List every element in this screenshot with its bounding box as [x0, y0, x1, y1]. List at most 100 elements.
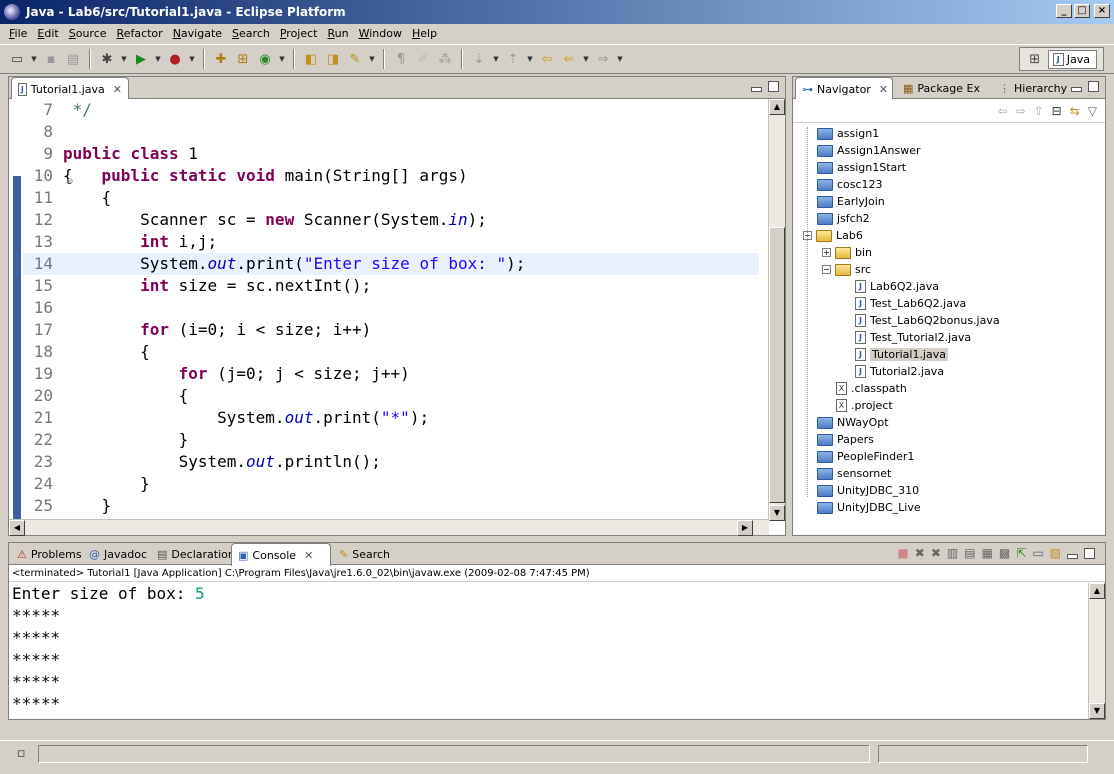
- scroll-thumb[interactable]: [769, 227, 785, 503]
- open-perspective-icon[interactable]: ⊞: [1026, 50, 1044, 68]
- tree-item-tutorial1-java[interactable]: J Tutorial1.java: [855, 346, 948, 363]
- tab-package-explorer[interactable]: ▦ Package Ex: [897, 77, 986, 99]
- external-tools-icon[interactable]: ●: [166, 50, 184, 68]
- external-tools-dropdown-icon[interactable]: ▼: [188, 55, 196, 63]
- remove-launch-icon[interactable]: ✖: [915, 546, 925, 560]
- code-line[interactable]: 20 {: [23, 385, 759, 407]
- prev-annotation-dropdown-icon[interactable]: ▼: [526, 55, 534, 63]
- minimize-button[interactable]: _: [1056, 4, 1072, 18]
- tree-item-bin[interactable]: + bin: [822, 244, 872, 261]
- code-line[interactable]: 17 for (i=0; i < size; i++): [23, 319, 759, 341]
- tab-navigator[interactable]: ⊶ Navigator ✕: [795, 77, 893, 100]
- run-icon[interactable]: ▶: [132, 50, 150, 68]
- menu-search[interactable]: Search: [227, 27, 275, 40]
- maximize-view-icon[interactable]: [768, 81, 779, 92]
- console-output[interactable]: Enter size of box: 5 ***** ***** ***** *…: [9, 583, 1088, 719]
- tree-item-papers[interactable]: Papers: [817, 431, 874, 448]
- tab-console[interactable]: ▣ Console ✕: [231, 543, 331, 566]
- run-dropdown-icon[interactable]: ▼: [154, 55, 162, 63]
- tab-declaration[interactable]: ▤ Declaration: [151, 543, 241, 565]
- show-on-output-icon[interactable]: ▩: [999, 546, 1010, 560]
- scroll-left-icon[interactable]: ◀: [9, 520, 25, 536]
- minimize-navigator-icon[interactable]: [1071, 87, 1082, 92]
- forward-icon[interactable]: ⇒: [594, 50, 612, 68]
- tab-problems[interactable]: ⚠ Problems: [11, 543, 88, 565]
- next-annotation-dropdown-icon[interactable]: ▼: [492, 55, 500, 63]
- open-type-icon[interactable]: ◧: [302, 50, 320, 68]
- menu-help[interactable]: Help: [407, 27, 442, 40]
- word-wrap-icon[interactable]: ▦: [982, 546, 993, 560]
- tree-item-assign1start[interactable]: assign1Start: [817, 159, 906, 176]
- tree-item-test-tutorial2-java[interactable]: J Test_Tutorial2.java: [855, 329, 971, 346]
- close-button[interactable]: ×: [1094, 4, 1110, 18]
- editor-horizontal-scrollbar[interactable]: ◀ ▶: [9, 519, 769, 536]
- code-line[interactable]: 15 int size = sc.nextInt();: [23, 275, 759, 297]
- tree-item-unityjdbc-live[interactable]: UnityJDBC_Live: [817, 499, 921, 516]
- prev-annotation-icon[interactable]: ⇡: [504, 50, 522, 68]
- close-console-icon[interactable]: ✕: [304, 549, 313, 562]
- nav-back-icon[interactable]: ⇦: [997, 104, 1007, 118]
- back-icon[interactable]: ⇐: [560, 50, 578, 68]
- close-navigator-icon[interactable]: ✕: [879, 83, 888, 96]
- tree-item-assign1answer[interactable]: Assign1Answer: [817, 142, 921, 159]
- highlight-icon[interactable]: ✐: [414, 50, 432, 68]
- new-class-icon[interactable]: ◉: [256, 50, 274, 68]
- show-whitespace-icon[interactable]: ⁂: [436, 50, 454, 68]
- nav-up-icon[interactable]: ⇧: [1034, 104, 1044, 118]
- scroll-right-icon[interactable]: ▶: [737, 520, 753, 536]
- new-icon[interactable]: ▭: [8, 50, 26, 68]
- toggle-mark-icon[interactable]: ¶: [392, 50, 410, 68]
- code-editor[interactable]: 7 */8 9 public class 1 10{ public static vo…: [9, 99, 759, 521]
- next-annotation-icon[interactable]: ⇣: [470, 50, 488, 68]
- menu-navigate[interactable]: Navigate: [168, 27, 227, 40]
- code-line[interactable]: 23 System.out.println();: [23, 451, 759, 473]
- maximize-console-icon[interactable]: [1084, 547, 1095, 559]
- debug-dropdown-icon[interactable]: ▼: [120, 55, 128, 63]
- tree-item-jsfch2[interactable]: jsfch2: [817, 210, 870, 227]
- expand-icon[interactable]: +: [822, 248, 831, 257]
- open-task-icon[interactable]: ◨: [324, 50, 342, 68]
- tree-item-assign1[interactable]: assign1: [817, 125, 879, 142]
- tree-item-lab6[interactable]: − Lab6: [803, 227, 863, 244]
- menu-refactor[interactable]: Refactor: [112, 27, 168, 40]
- code-line[interactable]: 12 Scanner sc = new Scanner(System.in);: [23, 209, 759, 231]
- console-scroll-down-icon[interactable]: ▼: [1089, 703, 1105, 719]
- menu-project[interactable]: Project: [275, 27, 323, 40]
- code-line[interactable]: 9 public class 1: [23, 143, 759, 165]
- editor-vertical-scrollbar[interactable]: ▲ ▼: [768, 99, 785, 521]
- last-edit-icon[interactable]: ⇦: [538, 50, 556, 68]
- tree-item-sensornet[interactable]: sensornet: [817, 465, 891, 482]
- java-perspective-button[interactable]: J Java: [1047, 49, 1097, 69]
- tree-item-tutorial2-java[interactable]: J Tutorial2.java: [855, 363, 944, 380]
- new-dropdown-icon[interactable]: ▼: [30, 55, 38, 63]
- clear-console-icon[interactable]: ▥: [947, 546, 958, 560]
- search-icon[interactable]: ✎: [346, 50, 364, 68]
- tree-item-project[interactable]: X .project: [836, 397, 893, 414]
- collapse-all-icon[interactable]: ⊟: [1052, 104, 1062, 118]
- minimize-view-icon[interactable]: [751, 87, 762, 92]
- tree-item-nwayopt[interactable]: NWayOpt: [817, 414, 889, 431]
- code-line[interactable]: 13 int i,j;: [23, 231, 759, 253]
- tree-item-classpath[interactable]: X .classpath: [836, 380, 907, 397]
- back-dropdown-icon[interactable]: ▼: [582, 55, 590, 63]
- tree-item-unityjdbc-310[interactable]: UnityJDBC_310: [817, 482, 919, 499]
- menu-run[interactable]: Run: [323, 27, 354, 40]
- minimize-console-icon[interactable]: [1067, 553, 1078, 559]
- code-line[interactable]: 19 for (j=0; j < size; j++): [23, 363, 759, 385]
- tree-item-test-lab6q2bonus-java[interactable]: J Test_Lab6Q2bonus.java: [855, 312, 1000, 329]
- menu-edit[interactable]: Edit: [32, 27, 63, 40]
- console-vertical-scrollbar[interactable]: ▲ ▼: [1088, 583, 1105, 719]
- forward-dropdown-icon[interactable]: ▼: [616, 55, 624, 63]
- maximize-navigator-icon[interactable]: [1088, 81, 1099, 92]
- tree-item-lab6q2-java[interactable]: J Lab6Q2.java: [855, 278, 939, 295]
- terminate-icon[interactable]: ■: [897, 546, 908, 560]
- code-line[interactable]: 8: [23, 121, 759, 143]
- tree-item-earlyjoin[interactable]: EarlyJoin: [817, 193, 885, 210]
- tab-hierarchy[interactable]: ⋮ Hierarchy: [993, 77, 1073, 99]
- code-line[interactable]: 14 System.out.print("Enter size of box: …: [23, 253, 759, 275]
- tree-item-cosc123[interactable]: cosc123: [817, 176, 883, 193]
- fast-view-icon[interactable]: ▫: [12, 745, 30, 763]
- menu-window[interactable]: Window: [354, 27, 407, 40]
- code-line[interactable]: 22 }: [23, 429, 759, 451]
- debug-icon[interactable]: ✱: [98, 50, 116, 68]
